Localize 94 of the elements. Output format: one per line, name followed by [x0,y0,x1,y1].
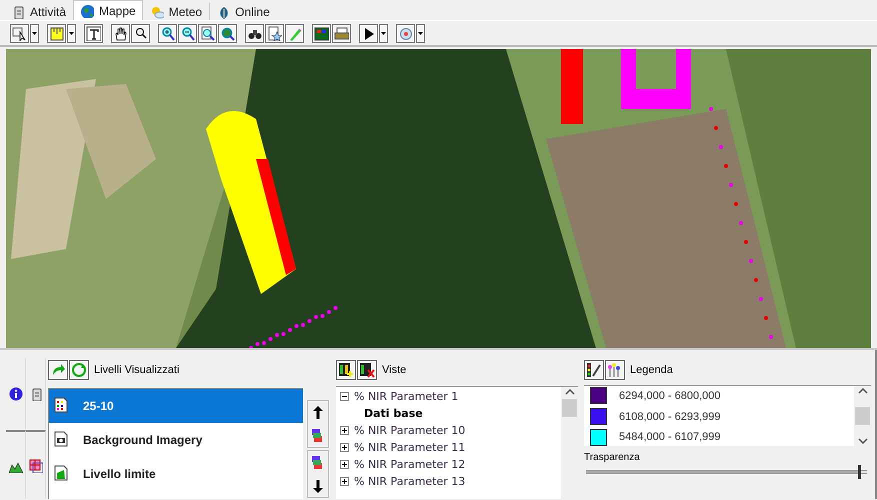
slider-thumb[interactable] [858,465,861,479]
expand-toggle[interactable] [340,426,349,434]
camera-file-icon [53,431,69,449]
hand-icon [113,26,128,40]
dropdown-button[interactable] [30,24,39,42]
scrollbar-thumb[interactable] [562,399,577,417]
expand-toggle[interactable] [340,476,349,486]
tree-item[interactable]: % NIR Parameter 10 [352,424,468,436]
dropdown-button[interactable] [416,24,425,42]
tree-item[interactable]: % NIR Parameter 1 [352,390,460,402]
tree-item[interactable]: % NIR Parameter 12 [352,458,468,470]
points-file-icon [53,397,69,415]
tree-item[interactable]: % NIR Parameter 13 [352,474,468,488]
pencil-button[interactable] [285,24,304,42]
legend-settings-button[interactable] [584,360,604,380]
caret-icon [418,32,423,34]
play-button[interactable] [359,24,378,42]
chevron-up-icon [564,389,574,395]
layer-item[interactable]: Livello limite [49,457,303,491]
star-document-icon [267,26,282,40]
settings-icon [398,26,413,40]
star-document-button[interactable] [265,24,284,42]
printer-button[interactable] [332,24,351,42]
binoculars-button[interactable] [245,24,264,42]
move-down-button[interactable] [307,450,329,498]
panel-title: Livelli Visualizzati [94,364,180,376]
legend-colors-button[interactable] [605,360,625,380]
text-icon [86,26,101,40]
plus-icon [341,478,348,484]
expand-toggle[interactable] [340,442,349,452]
down-arrow-icon [311,478,325,493]
zoom-page-icon [200,26,215,40]
info-icon[interactable] [8,387,22,401]
circular-arrow-button[interactable] [69,360,89,380]
layer-item[interactable]: 25-10 [49,389,303,423]
dropdown-button[interactable] [67,24,76,42]
sun-cloud-icon [150,4,164,18]
legend-label: 6108,000 - 6293,999 [619,410,721,422]
tab[interactable]: Mappe [73,0,143,20]
ruler-icon [49,26,64,40]
panel-title: Legenda [630,364,673,376]
zoom-in-icon [160,26,175,40]
expand-toggle[interactable] [340,460,349,468]
caret-icon [381,32,386,34]
image-button[interactable] [312,24,331,42]
zoom-in-button[interactable] [158,24,177,42]
zoom-out-button[interactable] [178,24,197,42]
boundary-file-icon [53,465,69,483]
globe-icon [80,4,94,18]
zoom-globe-icon [220,26,235,40]
zoom-page-button[interactable] [198,24,217,42]
printer-icon [334,26,349,40]
tree-item[interactable]: % NIR Parameter 11 [352,440,468,454]
ruler-button[interactable] [47,24,66,42]
up-arrow-icon [311,405,325,420]
expand-toggle[interactable] [340,392,349,400]
pointer-button[interactable] [10,24,29,42]
zoom-out-icon [180,26,195,40]
transparency-label: Trasparenza [584,452,640,463]
hand-button[interactable] [111,24,130,42]
curved-arrow-button[interactable] [48,360,68,380]
search-button[interactable] [131,24,150,42]
image-icon [314,26,329,40]
scrollbar-thumb[interactable] [855,407,870,425]
chevron-down-icon [858,438,868,444]
delete-view-button[interactable] [357,360,377,380]
plus-icon [341,460,348,468]
panel-title: Viste [382,364,406,376]
move-up-button[interactable] [307,400,329,448]
add-view-icon [338,362,354,378]
add-view-button[interactable] [336,360,356,380]
dropdown-button[interactable] [379,24,388,42]
delete-view-icon [359,362,375,378]
plus-icon [341,426,348,434]
text-button[interactable] [84,24,103,42]
legend-settings-icon [586,362,602,378]
legend-colors-icon [607,362,623,378]
layers-grid-icon[interactable] [28,458,42,472]
satellite-map-drawing[interactable] [6,49,871,348]
settings-button[interactable] [396,24,415,42]
zoom-globe-button[interactable] [218,24,237,42]
stacked-layers-icon [311,428,325,443]
tree-item[interactable]: Dati base [362,406,425,420]
legend-label: 5484,000 - 6107,999 [619,431,721,444]
chevron-up-icon [858,388,868,394]
layer-item[interactable]: Background Imagery [49,423,303,457]
pointer-icon [12,26,27,40]
plus-icon [341,444,348,450]
caret-icon [32,32,37,34]
search-icon [133,26,148,40]
stacked-layers-icon [311,455,325,470]
caret-icon [69,32,74,34]
pencil-icon [287,26,302,40]
legend-label: 6294,000 - 6800,000 [619,390,721,402]
